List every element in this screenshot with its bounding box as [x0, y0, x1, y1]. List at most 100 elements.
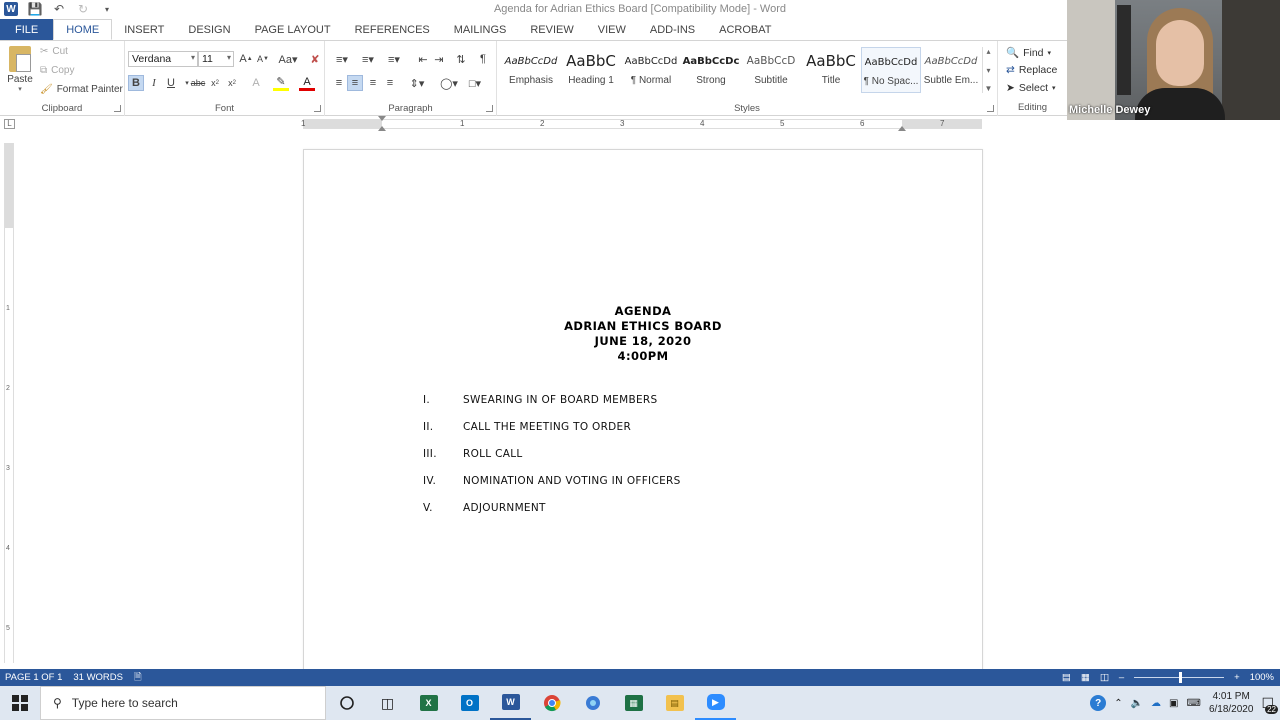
clear-formatting-icon[interactable]: ✘ [307, 51, 323, 67]
chevron-up-icon[interactable]: ▴ [986, 47, 990, 56]
tab-page-layout[interactable]: PAGE LAYOUT [243, 19, 343, 40]
style-subtle-emphasis[interactable]: AaBbCcDd Subtle Em... [921, 47, 981, 93]
style-subtitle[interactable]: AaBbCcD Subtitle [741, 47, 801, 93]
tab-references[interactable]: REFERENCES [343, 19, 442, 40]
notifications-icon[interactable]: ☐ 22 [1261, 695, 1278, 714]
zoom-in-icon[interactable]: + [1234, 672, 1240, 683]
shading-icon[interactable]: ◯▾ [437, 75, 461, 91]
chevron-up-icon[interactable]: ⌃ [1114, 698, 1122, 709]
start-button[interactable] [0, 686, 40, 720]
more-styles-icon[interactable]: ▼ [985, 84, 993, 93]
document-area[interactable]: AGENDA ADRIAN ETHICS BOARD JUNE 18, 2020… [18, 134, 1280, 689]
highlight-color-button[interactable]: ✎ [273, 75, 289, 91]
increase-indent-icon[interactable]: ⇥ [431, 51, 447, 67]
file-explorer-taskbar-icon[interactable]: ▤ [654, 686, 695, 720]
tab-file[interactable]: FILE [0, 19, 54, 40]
line-spacing-icon[interactable]: ⇕▾ [405, 75, 429, 91]
decrease-indent-icon[interactable]: ⇤ [415, 51, 431, 67]
change-case-button[interactable]: Aa▾ [277, 51, 299, 67]
tab-home[interactable]: HOME [53, 19, 113, 40]
style-strong[interactable]: AaBbCcDc Strong [681, 47, 741, 93]
network-icon[interactable]: ▣ [1169, 698, 1178, 709]
paragraph-launcher-icon[interactable] [486, 105, 493, 112]
taskbar-clock[interactable]: 4:01 PM 6/18/2020 [1209, 690, 1254, 716]
replace-button[interactable]: ⇄ Replace [1006, 64, 1057, 76]
keyboard-icon[interactable]: ⌨ [1187, 698, 1201, 709]
tab-insert[interactable]: INSERT [112, 19, 176, 40]
volume-icon[interactable]: 🔈 [1131, 698, 1143, 709]
tab-design[interactable]: DESIGN [176, 19, 242, 40]
tab-selector-icon[interactable]: L [4, 119, 15, 129]
cortana-icon[interactable] [326, 686, 367, 720]
tab-acrobat[interactable]: ACROBAT [707, 19, 783, 40]
style-title[interactable]: AaBbC Title [801, 47, 861, 93]
vertical-ruler[interactable]: 1 2 3 4 5 [4, 143, 14, 663]
show-formatting-marks-icon[interactable]: ¶ [475, 51, 491, 67]
find-button[interactable]: 🔍 Find ▾ [1006, 46, 1051, 60]
proofing-icon[interactable]: 🗎 [134, 670, 142, 686]
first-line-indent-icon[interactable] [378, 116, 386, 121]
align-center-icon[interactable]: ≡ [347, 75, 363, 91]
hanging-indent-icon[interactable] [378, 126, 386, 131]
clipboard-launcher-icon[interactable] [114, 105, 121, 112]
tab-review[interactable]: REVIEW [518, 19, 585, 40]
document-page[interactable]: AGENDA ADRIAN ETHICS BOARD JUNE 18, 2020… [303, 149, 983, 689]
app-taskbar-icon[interactable]: ▦ [613, 686, 654, 720]
chevron-down-icon[interactable]: ▾ [986, 66, 990, 75]
numbering-icon[interactable]: ≡▾ [357, 51, 379, 67]
web-layout-icon[interactable]: ◫ [1100, 672, 1109, 683]
font-name-dropdown[interactable]: Verdana ▾ [128, 51, 198, 67]
cut-button[interactable]: ✂ Cut [40, 46, 68, 57]
help-icon[interactable]: ? [1090, 695, 1107, 711]
select-button[interactable]: ➤ Select ▾ [1006, 82, 1056, 94]
excel-taskbar-icon[interactable]: X [408, 686, 449, 720]
bullets-icon[interactable]: ≡▾ [331, 51, 353, 67]
onedrive-cloud-icon[interactable]: ☁ [1151, 698, 1161, 709]
word-count[interactable]: 31 WORDS [73, 672, 123, 683]
bold-button[interactable]: B [128, 75, 144, 91]
paste-button[interactable]: Paste ▾ [6, 46, 34, 93]
page-count[interactable]: PAGE 1 OF 1 [5, 672, 62, 683]
font-size-dropdown[interactable]: 11 ▾ [198, 51, 234, 67]
style-emphasis[interactable]: AaBbCcDd Emphasis [501, 47, 561, 93]
globe-taskbar-icon[interactable] [572, 686, 613, 720]
style-normal[interactable]: AaBbCcDd ¶ Normal [621, 47, 681, 93]
text-effects-button[interactable]: A [248, 75, 264, 91]
multilevel-list-icon[interactable]: ≡▾ [383, 51, 405, 67]
justify-icon[interactable]: ≡ [382, 75, 398, 91]
style-no-spacing[interactable]: AaBbCcDd ¶ No Spac... [861, 47, 921, 93]
align-left-icon[interactable]: ≡ [331, 75, 347, 91]
superscript-button[interactable]: x2 [224, 75, 240, 91]
font-launcher-icon[interactable] [314, 105, 321, 112]
zoom-taskbar-icon[interactable]: ▶ [695, 686, 736, 720]
styles-gallery-scroll[interactable]: ▴ ▾ ▼ [982, 47, 994, 93]
zoom-slider-thumb[interactable] [1179, 672, 1183, 683]
align-right-icon[interactable]: ≡ [365, 75, 381, 91]
tab-mailings[interactable]: MAILINGS [442, 19, 519, 40]
strikethrough-button[interactable]: abc [190, 75, 206, 91]
zoom-level[interactable]: 100% [1250, 672, 1274, 683]
copy-button[interactable]: ⧉ Copy [40, 65, 75, 76]
shrink-font-button[interactable]: A ▼ [255, 51, 271, 67]
tab-add-ins[interactable]: ADD-INS [638, 19, 707, 40]
zoom-slider[interactable] [1134, 672, 1225, 683]
print-layout-icon[interactable]: ▦ [1081, 672, 1090, 683]
style-heading-1[interactable]: AaBbC Heading 1 [561, 47, 621, 93]
grow-font-button[interactable]: A ▲ [238, 51, 254, 67]
outlook-taskbar-icon[interactable]: O [449, 686, 490, 720]
taskbar-search-box[interactable]: ⚲ Type here to search [40, 686, 326, 720]
font-color-button[interactable]: A [299, 75, 315, 91]
subscript-button[interactable]: x2 [207, 75, 223, 91]
word-taskbar-icon[interactable]: W [490, 686, 531, 720]
borders-icon[interactable]: □▾ [463, 75, 487, 91]
italic-button[interactable]: I [146, 75, 162, 91]
format-painter-button[interactable]: 🖌 Format Painter [40, 84, 123, 95]
horizontal-ruler[interactable]: 1 1 2 3 4 5 6 7 [301, 116, 982, 131]
tab-view[interactable]: VIEW [586, 19, 638, 40]
paste-dropdown-icon[interactable]: ▾ [6, 85, 34, 93]
underline-button[interactable]: U [163, 75, 179, 91]
zoom-out-icon[interactable]: – [1119, 672, 1124, 683]
sort-icon[interactable]: ⇅ [453, 51, 469, 67]
chrome-taskbar-icon[interactable] [531, 686, 572, 720]
right-indent-icon[interactable] [898, 126, 906, 131]
